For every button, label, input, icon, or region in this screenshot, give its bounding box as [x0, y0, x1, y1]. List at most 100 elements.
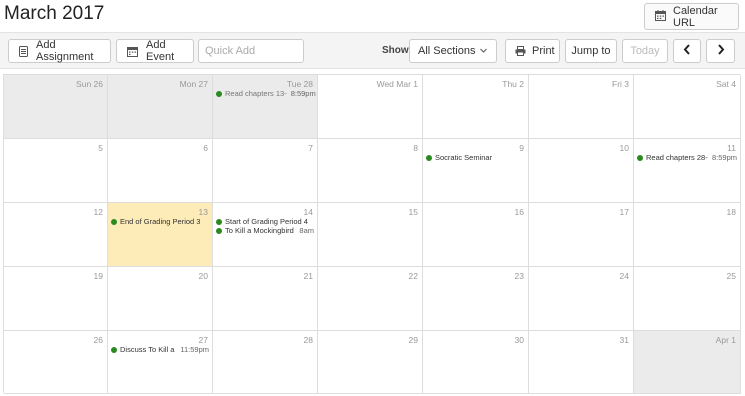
day-number: Mon 27 — [179, 79, 208, 89]
day-number: 24 — [619, 271, 629, 281]
event-dot-icon — [111, 218, 117, 225]
day-number: 5 — [98, 143, 103, 153]
event-time: 8:59pm — [711, 153, 737, 162]
day-cell[interactable]: 31 — [529, 331, 634, 394]
month-grid: Sun 26 Mon 27 Tue 28 Read chapters 13- 8:59p… — [3, 74, 741, 394]
event-dot-icon — [216, 90, 222, 97]
day-cell[interactable]: 12 — [4, 203, 108, 267]
day-cell[interactable]: 20 — [108, 267, 213, 331]
assignment-icon — [19, 45, 28, 57]
today-button[interactable]: Today — [622, 39, 668, 63]
event-dot-icon — [216, 227, 222, 234]
event-dot-icon — [216, 218, 222, 225]
event-dot-icon — [426, 154, 432, 161]
day-cell[interactable]: 8 — [318, 139, 423, 203]
event-list: End of Grading Period 3 — [111, 217, 209, 226]
day-cell[interactable]: 14 Start of Grading Period 4 To Kill a Moc… — [213, 203, 318, 267]
day-cell[interactable]: 18 — [634, 203, 741, 267]
day-cell[interactable]: Sat 4 — [634, 75, 741, 139]
sections-value: All Sections — [418, 45, 476, 57]
day-cell[interactable]: 30 — [423, 331, 529, 394]
day-cell[interactable]: 25 — [634, 267, 741, 331]
show-label: Show: — [382, 45, 412, 56]
calendar-page: March 2017 Calendar URL Add Assignment A… — [0, 0, 745, 396]
event-time: 8:59pm — [290, 89, 316, 98]
day-cell[interactable]: 6 — [108, 139, 213, 203]
sections-select[interactable]: All Sections — [409, 39, 497, 63]
day-cell[interactable]: Sun 26 — [4, 75, 108, 139]
day-number: 15 — [408, 207, 418, 217]
day-cell[interactable]: 15 — [318, 203, 423, 267]
event-list: Discuss To Kill a 11:59pm — [111, 345, 209, 354]
day-cell[interactable]: 24 — [529, 267, 634, 331]
day-cell[interactable]: 19 — [4, 267, 108, 331]
calendar-event[interactable]: Socratic Seminar — [426, 153, 525, 162]
day-cell[interactable]: 23 — [423, 267, 529, 331]
day-cell[interactable]: Tue 28 Read chapters 13- 8:59pm — [213, 75, 318, 139]
day-number: 28 — [303, 335, 313, 345]
event-list: Start of Grading Period 4 To Kill a Mocki… — [216, 217, 314, 235]
day-number: 6 — [203, 143, 208, 153]
day-cell[interactable]: 21 — [213, 267, 318, 331]
day-number: 18 — [726, 207, 736, 217]
event-time: 11:59pm — [180, 345, 209, 354]
day-cell[interactable]: 13 End of Grading Period 3 — [108, 203, 213, 267]
calendar-event[interactable]: Start of Grading Period 4 — [216, 217, 314, 226]
day-cell[interactable]: 17 — [529, 203, 634, 267]
calendar-url-button[interactable]: Calendar URL — [644, 3, 739, 30]
day-cell[interactable]: 10 — [529, 139, 634, 203]
day-cell[interactable]: 27 Discuss To Kill a 11:59pm — [108, 331, 213, 394]
day-number: 7 — [308, 143, 313, 153]
day-cell[interactable]: 7 — [213, 139, 318, 203]
event-title: Socratic Seminar — [435, 153, 493, 162]
quick-add-input[interactable] — [198, 39, 304, 63]
day-number: 14 — [303, 207, 313, 217]
calendar-event[interactable]: Read chapters 28- 8:59pm — [637, 153, 737, 162]
chevron-down-icon — [479, 45, 488, 60]
calendar-event[interactable]: End of Grading Period 3 — [111, 217, 209, 226]
day-cell[interactable]: 29 — [318, 331, 423, 394]
jump-to-label: Jump to — [571, 45, 611, 57]
day-number: 13 — [198, 207, 208, 217]
calendar-event[interactable]: Read chapters 13- 8:59pm — [216, 89, 316, 98]
day-cell[interactable]: Wed Mar 1 — [318, 75, 423, 139]
chevron-left-icon — [683, 44, 691, 58]
day-cell[interactable]: 9 Socratic Seminar — [423, 139, 529, 203]
day-cell[interactable]: 28 — [213, 331, 318, 394]
day-number: 25 — [726, 271, 736, 281]
calendar-url-label: Calendar URL — [673, 4, 718, 29]
day-cell[interactable]: 16 — [423, 203, 529, 267]
day-cell[interactable]: 26 — [4, 331, 108, 394]
day-cell[interactable]: Apr 1 — [634, 331, 741, 394]
day-cell[interactable]: Fri 3 — [529, 75, 634, 139]
page-title: March 2017 — [4, 3, 105, 24]
print-button[interactable]: Print — [505, 39, 560, 63]
next-month-button[interactable] — [706, 39, 735, 63]
add-event-button[interactable]: Add Event — [116, 39, 194, 63]
day-number: Tue 28 — [286, 79, 313, 89]
event-title: Start of Grading Period 4 — [225, 217, 308, 226]
today-label: Today — [630, 45, 660, 57]
day-cell[interactable]: 5 — [4, 139, 108, 203]
day-cell[interactable]: 22 — [318, 267, 423, 331]
calendar-icon — [655, 9, 666, 24]
day-cell[interactable]: 11 Read chapters 28- 8:59pm — [634, 139, 741, 203]
day-cell[interactable]: Thu 2 — [423, 75, 529, 139]
day-cell[interactable]: Mon 27 — [108, 75, 213, 139]
event-list: Socratic Seminar — [426, 153, 525, 162]
event-title: Read chapters 13- — [225, 89, 287, 98]
day-number: 31 — [619, 335, 629, 345]
jump-to-button[interactable]: Jump to — [565, 39, 617, 63]
day-number: 8 — [413, 143, 418, 153]
day-number: 17 — [619, 207, 629, 217]
day-number: 9 — [519, 143, 524, 153]
day-number: 29 — [408, 335, 418, 345]
add-assignment-button[interactable]: Add Assignment — [8, 39, 111, 63]
event-title: Discuss To Kill a — [120, 345, 175, 354]
day-number: 12 — [93, 207, 103, 217]
add-assignment-label: Add Assignment — [36, 39, 94, 63]
calendar-event[interactable]: Discuss To Kill a 11:59pm — [111, 345, 209, 354]
calendar-event[interactable]: To Kill a Mockingbird 8am — [216, 226, 314, 235]
day-number: 27 — [198, 335, 208, 345]
previous-month-button[interactable] — [673, 39, 701, 63]
